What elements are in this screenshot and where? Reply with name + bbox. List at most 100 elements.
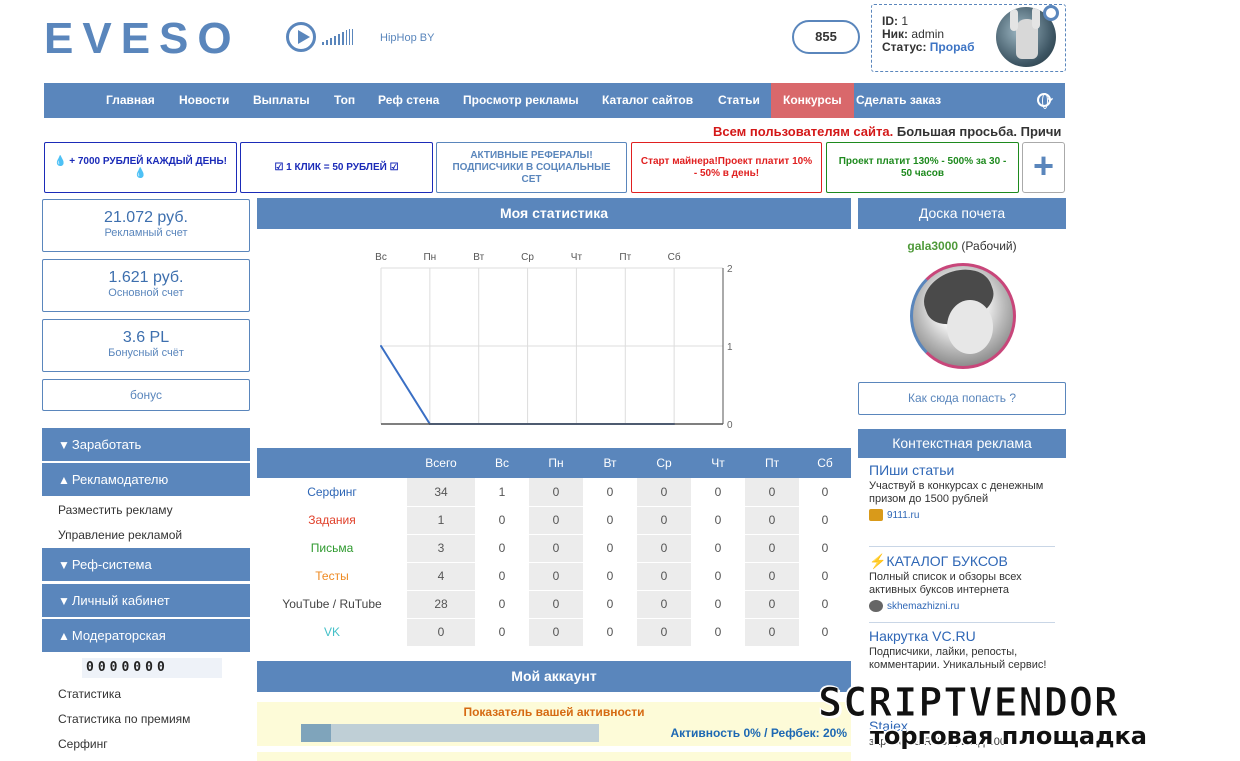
stats-chart: 0 1 2 Вс Пн Вт Ср Чт Пт Сб xyxy=(375,251,733,431)
ad-item[interactable]: ПИши статьи Участвуй в конкурсах с денеж… xyxy=(869,462,1059,521)
table-cell: 0 xyxy=(583,618,637,647)
row-label[interactable]: Письма xyxy=(257,534,407,563)
nav-item[interactable]: Статьи xyxy=(706,83,772,118)
honor-title: Доска почета xyxy=(858,198,1066,229)
honor-user[interactable]: gala3000 (Рабочий) xyxy=(858,239,1066,253)
ad-item[interactable]: Накрутка VC.RU Подписчики, лайки, репост… xyxy=(869,628,1059,672)
chevron-down-icon[interactable]: ⌄ xyxy=(1046,91,1055,104)
row-label[interactable]: Серфинг xyxy=(257,478,407,507)
row-label[interactable]: YouTube / RuTube xyxy=(257,590,407,619)
site-logo[interactable]: EVESO xyxy=(44,14,241,64)
table-cell: 0 xyxy=(745,618,799,647)
table-cell: 0 xyxy=(799,618,851,647)
stats-table: Всего Вс Пн Вт Ср Чт Пт Сб Серфинг 34 1 0 0 0 0 0 0 Зада… xyxy=(257,448,851,647)
y-tick-label: 2 xyxy=(727,264,733,275)
honor-avatar[interactable] xyxy=(910,263,1016,369)
balance-label: Рекламный счет xyxy=(104,227,188,239)
table-cell: 0 xyxy=(799,590,851,619)
nav-item[interactable]: Просмотр рекламы xyxy=(451,83,591,118)
add-banner-button[interactable]: + xyxy=(1022,142,1065,193)
table-cell: 0 xyxy=(691,618,745,647)
track-name: HipHop BY xyxy=(380,32,435,44)
volume-icon[interactable] xyxy=(322,29,353,45)
moderator-counter: 0000000 xyxy=(82,658,222,678)
nav-item[interactable]: Топ xyxy=(322,83,367,118)
promo-banner[interactable]: АКТИВНЫЕ РЕФЕРАЛЫ! ПОДПИСЧИКИ В СОЦИАЛЬН… xyxy=(436,142,627,193)
chevron-up-icon: ▲ xyxy=(58,473,70,487)
music-player xyxy=(286,22,353,52)
main-balance-box[interactable]: 1.621 руб. Основной счет xyxy=(42,259,250,312)
nav-item[interactable]: Реф стена xyxy=(366,83,451,118)
table-header: Вс xyxy=(475,448,529,478)
promo-banner[interactable]: Старт майнера!Проект платит 10% - 50% в … xyxy=(631,142,822,193)
table-cell: 0 xyxy=(691,478,745,507)
nav-item[interactable]: Сделать заказ xyxy=(844,83,953,118)
x-tick-label: Вс xyxy=(375,252,387,263)
table-cell: 0 xyxy=(637,618,691,647)
table-cell: 4 xyxy=(407,562,475,591)
nav-item[interactable]: Конкурсы xyxy=(771,83,854,118)
activity-progress-fill xyxy=(301,724,331,742)
online-counter[interactable]: 855 xyxy=(792,20,860,54)
main-nav: Главная Новости Выплаты Топ Реф стена Просмот… xyxy=(44,83,1065,118)
menu-cabinet[interactable]: ▼ Личный кабинет xyxy=(42,584,250,617)
status-panel xyxy=(257,752,851,761)
table-cell: 34 xyxy=(407,478,475,507)
table-cell: 0 xyxy=(583,478,637,507)
menu-link-manage-ads[interactable]: Управление рекламой xyxy=(58,528,182,542)
table-cell: 3 xyxy=(407,534,475,563)
table-cell: 0 xyxy=(529,534,583,563)
gear-icon[interactable] xyxy=(1043,5,1059,21)
how-to-get-here-button[interactable]: Как сюда попасть ? xyxy=(858,382,1066,415)
promo-banner[interactable]: ☑ 1 КЛИК = 50 РУБЛЕЙ ☑ xyxy=(240,142,433,193)
table-row: Серфинг 34 1 0 0 0 0 0 0 xyxy=(257,478,851,507)
table-cell: 0 xyxy=(745,562,799,591)
nav-item[interactable]: Новости xyxy=(167,83,241,118)
menu-ref[interactable]: ▼ Реф-система xyxy=(42,548,250,581)
table-cell: 0 xyxy=(637,534,691,563)
divider xyxy=(869,546,1055,547)
promo-banner[interactable]: 💧 + 7000 РУБЛЕЙ КАЖДЫЙ ДЕНЬ! 💧 xyxy=(44,142,237,193)
table-cell: 0 xyxy=(583,534,637,563)
row-label[interactable]: Тесты xyxy=(257,562,407,591)
data-point xyxy=(380,345,382,347)
play-icon[interactable] xyxy=(286,22,316,52)
nav-item[interactable]: Выплаты xyxy=(241,83,322,118)
row-label[interactable]: VK xyxy=(257,618,407,647)
bonus-balance-box[interactable]: 3.6 PL Бонусный счёт xyxy=(42,319,250,372)
x-tick-label: Вт xyxy=(473,252,484,263)
bonus-button[interactable]: бонус xyxy=(42,379,250,411)
table-cell: 0 xyxy=(799,534,851,563)
nav-item[interactable]: Каталог сайтов xyxy=(590,83,705,118)
menu-link-surfing[interactable]: Серфинг xyxy=(58,737,108,751)
activity-panel: Показатель вашей активности Активность 0… xyxy=(257,702,851,746)
x-tick-label: Чт xyxy=(571,252,583,263)
promo-banner[interactable]: Проект платит 130% - 500% за 30 - 50 час… xyxy=(826,142,1019,193)
announcement-ticker: Всем пользователям сайта. Большая просьб… xyxy=(713,124,1062,139)
activity-title: Показатель вашей активности xyxy=(463,705,645,719)
ad-balance-box[interactable]: 21.072 руб. Рекламный счет xyxy=(42,199,250,252)
table-header: Вт xyxy=(583,448,637,478)
menu-link-place-ad[interactable]: Разместить рекламу xyxy=(58,503,173,517)
table-cell: 0 xyxy=(583,590,637,619)
menu-moderator[interactable]: ▲ Модераторская xyxy=(42,619,250,652)
menu-link-stats[interactable]: Статистика xyxy=(58,687,121,701)
profile-status: Статус: Прораб xyxy=(882,40,975,54)
table-cell: 0 xyxy=(637,590,691,619)
row-label[interactable]: Задания xyxy=(257,506,407,535)
table-cell: 0 xyxy=(637,478,691,507)
table-cell: 0 xyxy=(407,618,475,647)
ad-item[interactable]: ⚡КАТАЛОГ БУКСОВ Полный список и обзоры в… xyxy=(869,553,1059,612)
nav-item[interactable]: Главная xyxy=(94,83,167,118)
activity-progress xyxy=(301,724,599,742)
table-header: Пн xyxy=(529,448,583,478)
chevron-down-icon: ▼ xyxy=(58,558,70,572)
table-row: VK 0 0 0 0 0 0 0 0 xyxy=(257,618,851,647)
menu-advertiser[interactable]: ▲ Рекламодателю xyxy=(42,463,250,496)
menu-link-premium-stats[interactable]: Статистика по премиям xyxy=(58,712,190,726)
balance-label: Бонусный счёт xyxy=(108,347,184,359)
x-tick-label: Пт xyxy=(619,252,631,263)
table-cell: 0 xyxy=(691,506,745,535)
menu-earn[interactable]: ▼ Заработать xyxy=(42,428,250,461)
chevron-down-icon: ▼ xyxy=(58,594,70,608)
